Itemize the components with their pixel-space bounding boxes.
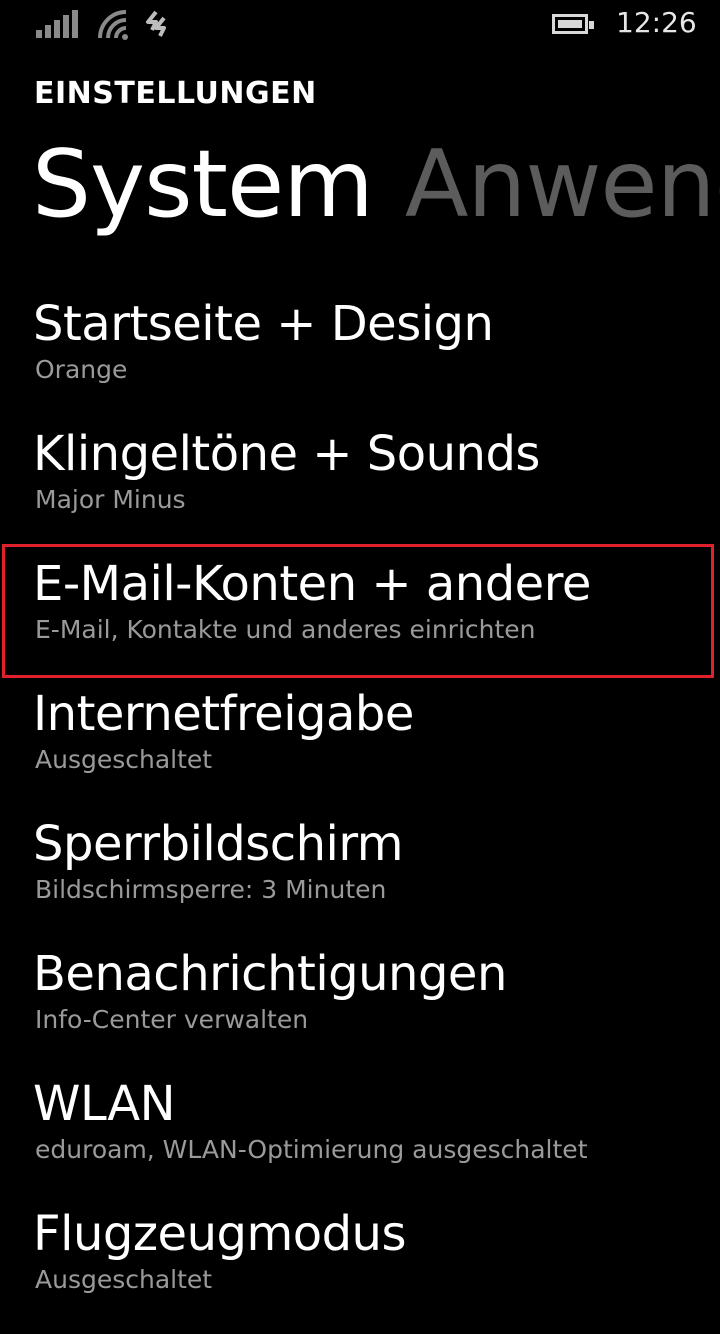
settings-item-title: Sperrbildschirm	[33, 816, 404, 872]
battery-icon	[552, 14, 594, 34]
settings-item-klingeltoene-sounds[interactable]: Klingeltöne + Sounds Major Minus	[0, 424, 720, 554]
settings-item-benachrichtigungen[interactable]: Benachrichtigungen Info-Center verwalten	[0, 944, 720, 1074]
settings-item-title: WLAN	[33, 1076, 176, 1132]
settings-item-subtitle: Major Minus	[35, 485, 186, 514]
settings-item-subtitle: eduroam, WLAN-Optimierung ausgeschaltet	[35, 1135, 588, 1164]
status-time: 12:26	[616, 6, 697, 39]
settings-item-sperrbildschirm[interactable]: Sperrbildschirm Bildschirmsperre: 3 Minu…	[0, 814, 720, 944]
settings-item-title: Benachrichtigungen	[33, 946, 507, 1002]
settings-item-subtitle: Orange	[35, 355, 128, 384]
settings-item-subtitle: Bildschirmsperre: 3 Minuten	[35, 875, 387, 904]
signal-strength-icon	[36, 10, 80, 38]
pivot-header: System Anwendungen	[32, 124, 720, 244]
settings-item-title: Klingeltöne + Sounds	[33, 426, 540, 482]
settings-item-startseite-design[interactable]: Startseite + Design Orange	[0, 294, 720, 424]
app-title: EINSTELLUNGEN	[34, 76, 317, 111]
settings-item-title: Internetfreigabe	[33, 686, 414, 742]
settings-item-subtitle: Ausgeschaltet	[35, 1265, 213, 1294]
settings-item-wlan[interactable]: WLAN eduroam, WLAN-Optimierung ausgescha…	[0, 1074, 720, 1204]
tab-system[interactable]: System	[32, 124, 374, 244]
settings-item-subtitle: Info-Center verwalten	[35, 1005, 309, 1034]
settings-item-title: Startseite + Design	[33, 296, 494, 352]
settings-item-subtitle: Ausgeschaltet	[35, 745, 213, 774]
wifi-icon	[98, 10, 128, 40]
data-connection-icon	[146, 10, 166, 37]
status-bar: 12:26	[0, 0, 720, 52]
settings-item-internetfreigabe[interactable]: Internetfreigabe Ausgeschaltet	[0, 684, 720, 814]
tab-anwendungen[interactable]: Anwendungen	[405, 124, 720, 244]
highlight-box	[2, 544, 714, 678]
settings-item-title: Flugzeugmodus	[33, 1206, 406, 1262]
settings-item-flugzeugmodus[interactable]: Flugzeugmodus Ausgeschaltet	[0, 1204, 720, 1334]
